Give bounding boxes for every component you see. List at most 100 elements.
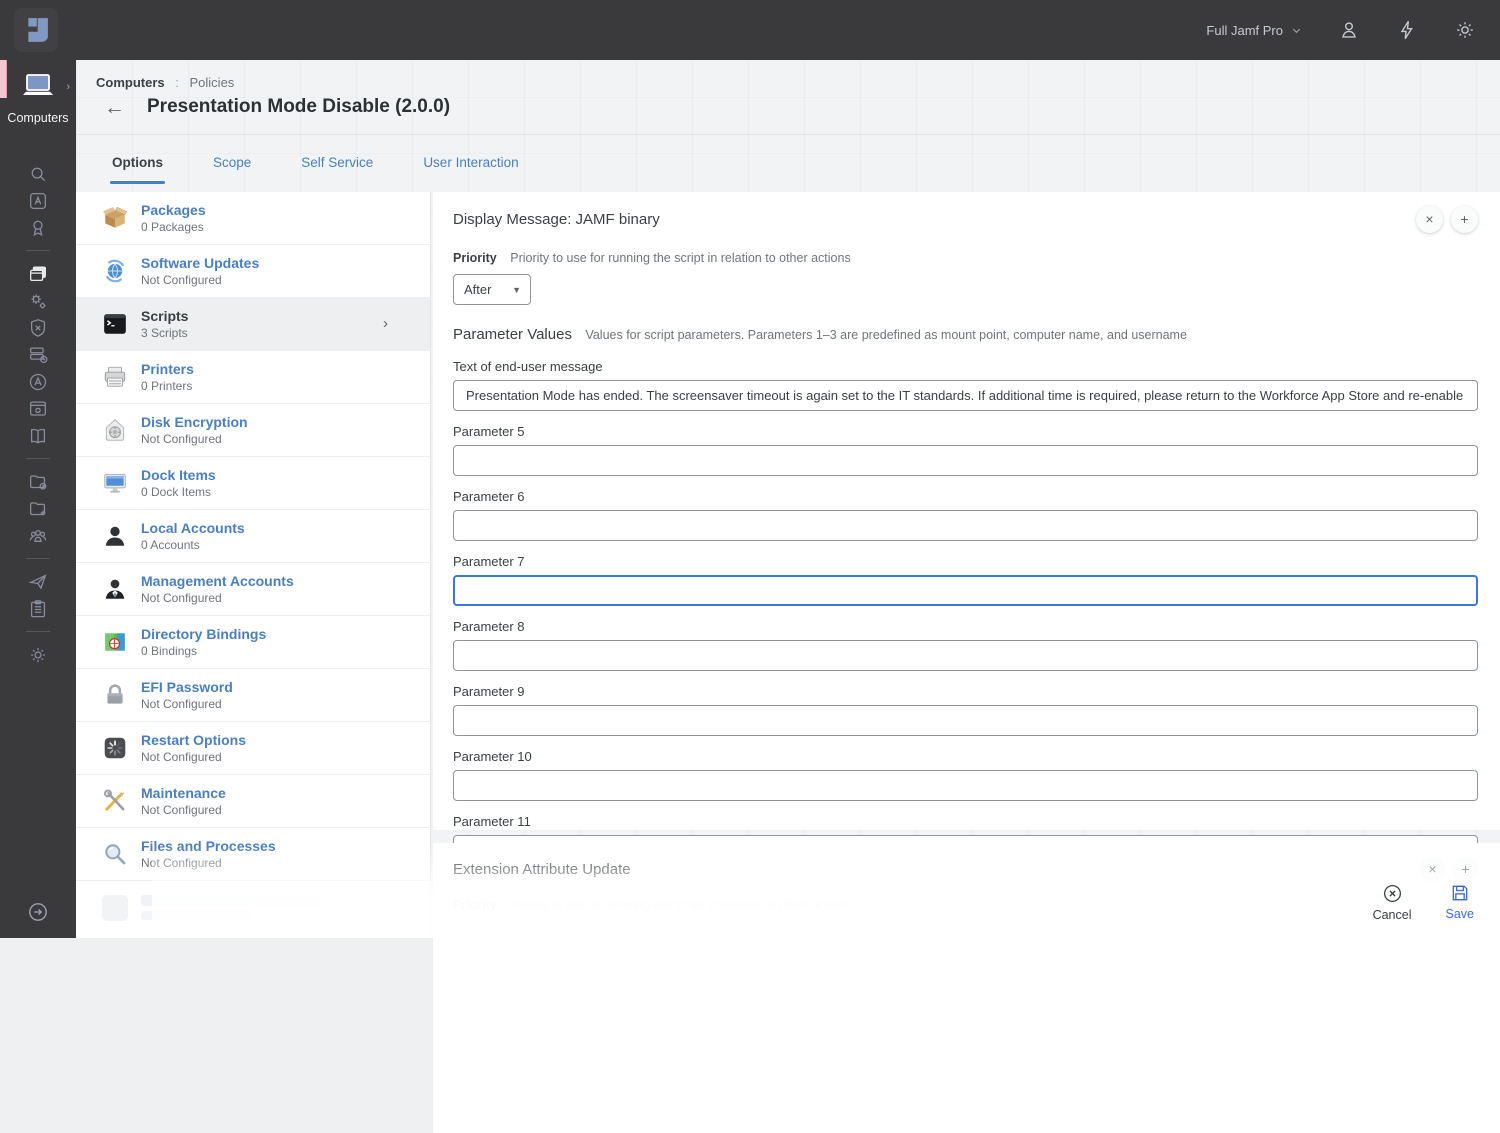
chevron-down-icon: [1291, 25, 1302, 36]
payload-item-files-and-processes[interactable]: Files and ProcessesNot Configured›: [76, 828, 430, 881]
smart-group-folder-icon[interactable]: [27, 471, 49, 493]
scripts-icon: [102, 311, 128, 337]
parameter-9-input[interactable]: [453, 705, 1478, 736]
payload-item-restart-options[interactable]: Restart OptionsNot Configured›: [76, 722, 430, 775]
breadcrumb: Computers : Policies: [96, 75, 234, 90]
directory-bindings-icon: [102, 629, 128, 655]
parameter-block: Parameter 7: [453, 554, 1478, 606]
book-icon[interactable]: [27, 425, 49, 447]
shield-x-icon[interactable]: [27, 317, 49, 339]
payload-title: Maintenance: [141, 785, 226, 801]
sidebar-item-computers[interactable]: › Computers: [0, 72, 76, 125]
caret-down-icon: ▼: [512, 285, 521, 295]
payload-list: Packages0 Packages›Software UpdatesNot C…: [76, 192, 431, 938]
cancel-circle-x-icon: [1382, 883, 1403, 904]
search-icon[interactable]: [27, 163, 49, 185]
jamf-logo[interactable]: [14, 8, 58, 52]
disk-encryption-icon: [102, 417, 128, 443]
message-label: Text of end-user message: [453, 359, 1478, 374]
environment-switcher[interactable]: Full Jamf Pro: [1206, 23, 1302, 38]
add-ea-button[interactable]: +: [1453, 857, 1478, 882]
lightning-icon[interactable]: [1396, 19, 1418, 41]
remove-ea-button[interactable]: ×: [1420, 857, 1445, 882]
priority-label: Priority: [453, 251, 497, 265]
payload-sublabel: 0 Bindings: [141, 644, 266, 658]
server-sync-icon[interactable]: [27, 344, 49, 366]
priority-select[interactable]: After ▼: [453, 274, 531, 305]
static-group-folder-icon[interactable]: [27, 498, 49, 520]
payload-sublabel: 0 Printers: [141, 379, 194, 393]
payload-item-printers[interactable]: Printers0 Printers›: [76, 351, 430, 404]
parameter-10-input[interactable]: [453, 770, 1478, 801]
tab-options[interactable]: Options: [110, 137, 165, 188]
payload-item-management-accounts[interactable]: Management AccountsNot Configured›: [76, 563, 430, 616]
payload-sublabel: 3 Scripts: [141, 326, 188, 340]
payload-sublabel: Not Configured: [141, 697, 233, 711]
save-button[interactable]: Save: [1446, 883, 1475, 922]
user-icon[interactable]: [1338, 19, 1360, 41]
payload-item-efi-password[interactable]: EFI PasswordNot Configured›: [76, 669, 430, 722]
chevron-right-icon: ›: [383, 315, 388, 332]
parameter-6-input[interactable]: [453, 510, 1478, 541]
priority-help: Priority to use for running the script i…: [510, 251, 850, 265]
top-navbar: Full Jamf Pro: [0, 0, 1500, 60]
save-floppy-icon: [1450, 883, 1470, 903]
cancel-label: Cancel: [1373, 908, 1412, 922]
payload-item-directory-bindings[interactable]: Directory Bindings0 Bindings›: [76, 616, 430, 669]
cancel-button[interactable]: Cancel: [1373, 883, 1412, 922]
payload-item-local-accounts[interactable]: Local Accounts0 Accounts›: [76, 510, 430, 563]
gear-icon[interactable]: [1454, 19, 1476, 41]
parameter-8-input[interactable]: [453, 640, 1478, 671]
inventory-clipboard-icon[interactable]: [27, 598, 49, 620]
send-icon[interactable]: [27, 571, 49, 593]
payload-sublabel: Not Configured: [141, 273, 259, 287]
restart-options-icon: [102, 735, 128, 761]
breadcrumb-computers[interactable]: Computers: [96, 75, 165, 90]
back-arrow-icon[interactable]: ←: [104, 97, 125, 118]
app-catalog-icon[interactable]: [27, 190, 49, 212]
content-area: Packages0 Packages›Software UpdatesNot C…: [76, 190, 1500, 938]
left-rail: › Computers: [0, 0, 76, 938]
payload-sublabel: 0 Dock Items: [141, 485, 216, 499]
add-script-button[interactable]: +: [1451, 206, 1478, 233]
rail-divider: [26, 250, 50, 251]
payload-item-scripts[interactable]: Scripts3 Scripts›: [76, 298, 430, 351]
arrow-right-circle-icon[interactable]: [26, 900, 50, 924]
printers-icon: [102, 364, 128, 390]
tab-scope[interactable]: Scope: [211, 137, 253, 188]
payload-item-dock-items[interactable]: Dock Items0 Dock Items›: [76, 457, 430, 510]
settings-gear-icon[interactable]: [27, 644, 49, 666]
payload-item-disk-encryption[interactable]: Disk EncryptionNot Configured›: [76, 404, 430, 457]
ea-priority-help: Priority to use for running the script i…: [510, 898, 850, 912]
environment-name: Full Jamf Pro: [1206, 23, 1283, 38]
parameter-label: Parameter 8: [453, 619, 1478, 634]
payload-sublabel: 0 Packages: [141, 220, 206, 234]
workspace: Computers : Policies ← Presentation Mode…: [76, 60, 1500, 938]
policies-icon[interactable]: [27, 263, 49, 285]
payload-item-faded: [76, 881, 430, 934]
remove-script-button[interactable]: ×: [1416, 206, 1443, 233]
payload-item-maintenance[interactable]: MaintenanceNot Configured›: [76, 775, 430, 828]
certificate-icon[interactable]: [27, 217, 49, 239]
users-icon[interactable]: [27, 525, 49, 547]
parameter-7-input[interactable]: [453, 575, 1478, 606]
payload-item-software-updates[interactable]: Software UpdatesNot Configured›: [76, 245, 430, 298]
payload-title: Files and Processes: [141, 838, 276, 854]
message-input[interactable]: [453, 380, 1478, 411]
save-label: Save: [1446, 907, 1475, 921]
parameter-5-input[interactable]: [453, 445, 1478, 476]
management-accounts-icon: [102, 576, 128, 602]
browser-sync-icon[interactable]: [27, 398, 49, 420]
jamf-logo-icon: [19, 13, 53, 47]
parameter-block: Parameter 6: [453, 489, 1478, 541]
tab-user-interaction[interactable]: User Interaction: [421, 137, 520, 188]
parameter-block: Parameter 9: [453, 684, 1478, 736]
efi-password-icon: [102, 682, 128, 708]
breadcrumb-policies[interactable]: Policies: [190, 75, 235, 90]
tab-self-service[interactable]: Self Service: [299, 137, 375, 188]
payload-item-packages[interactable]: Packages0 Packages›: [76, 192, 430, 245]
extension-attribute-card: Extension Attribute Update × + Priority …: [433, 843, 1500, 1133]
config-profiles-icon[interactable]: [27, 290, 49, 312]
app-store-icon[interactable]: [27, 371, 49, 393]
payload-title: Dock Items: [141, 467, 216, 483]
